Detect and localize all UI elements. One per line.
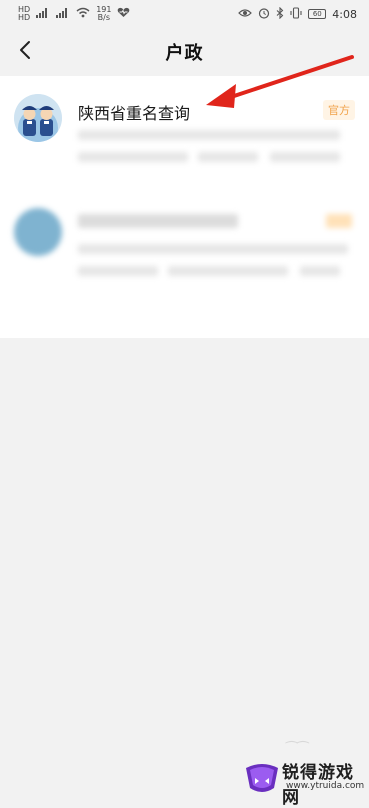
blurred-line — [78, 244, 348, 254]
hd-label-2: HD — [18, 13, 31, 22]
blurred-line — [300, 266, 340, 276]
bluetooth-icon — [276, 6, 284, 22]
back-button[interactable] — [12, 38, 38, 66]
clock-time: 4:08 — [332, 7, 357, 21]
watermark-url: www.ytruida.com — [286, 781, 365, 791]
vibrate-icon — [290, 6, 302, 22]
blurred-line — [168, 266, 288, 276]
sim-signal-group: HD HD — [18, 6, 30, 22]
wifi-icon — [76, 7, 90, 21]
blurred-badge — [326, 214, 352, 228]
nav-bar: 户政 — [0, 28, 369, 76]
results-list: 陕西省重名查询 官方 — [0, 76, 369, 338]
blurred-line — [78, 266, 158, 276]
status-bar: HD HD 191 B/s 60 4:08 — [0, 0, 369, 28]
health-heart-icon — [117, 7, 130, 21]
status-left: HD HD 191 B/s — [18, 6, 130, 22]
list-item-blurred[interactable] — [0, 194, 369, 314]
status-right: 60 4:08 — [238, 6, 357, 22]
list-item-chongming-query[interactable]: 陕西省重名查询 官方 — [0, 80, 369, 200]
item-title: 陕西省重名查询 — [78, 104, 191, 123]
blurred-avatar — [14, 208, 62, 256]
blurred-title — [78, 214, 238, 228]
gamepad-logo-icon — [244, 758, 280, 798]
eye-comfort-icon — [238, 8, 253, 21]
watermark: 锐得游戏网 www.ytruida.com — [238, 756, 369, 808]
net-speed: 191 B/s — [96, 6, 111, 22]
signal-icon-2 — [56, 7, 70, 21]
page-title: 户政 — [165, 43, 204, 64]
chevron-left-icon — [19, 40, 31, 64]
alarm-icon — [258, 7, 270, 22]
battery-icon: 60 — [308, 9, 327, 19]
net-speed-unit: B/s — [97, 13, 110, 22]
official-badge: 官方 — [323, 100, 355, 120]
police-avatar — [14, 94, 62, 142]
signal-icon — [36, 7, 50, 21]
